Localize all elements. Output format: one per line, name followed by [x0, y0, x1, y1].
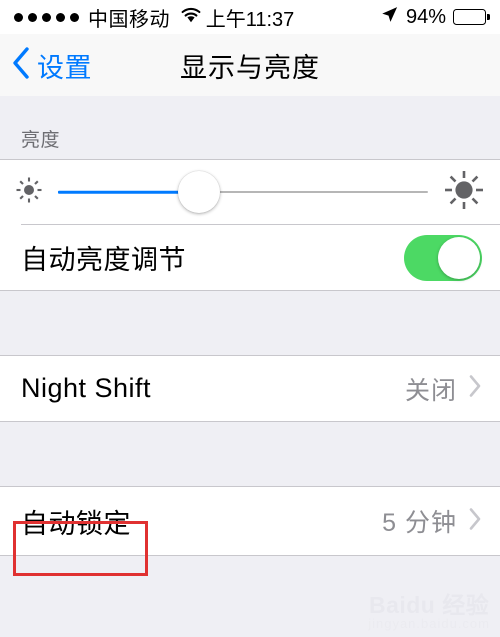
auto-brightness-row[interactable]: 自动亮度调节	[0, 225, 500, 290]
auto-brightness-toggle[interactable]	[404, 234, 482, 281]
carrier-name: 中国移动	[88, 8, 170, 31]
back-button-label: 设置	[37, 52, 92, 83]
slider-thumb[interactable]	[177, 171, 220, 213]
wifi-icon	[179, 6, 203, 29]
brightness-section: 自动亮度调节	[0, 159, 500, 291]
battery-icon	[453, 9, 490, 25]
group-gap	[0, 96, 500, 110]
auto-brightness-control	[404, 234, 482, 281]
night-shift-row[interactable]: Night Shift 关闭	[0, 356, 500, 421]
chevron-right-icon	[468, 374, 482, 403]
watermark-main-text: Baidu 经验	[368, 591, 490, 618]
signal-dot	[14, 12, 23, 22]
group-gap	[0, 291, 500, 355]
sun-large-icon	[442, 168, 486, 217]
brightness-slider-row	[0, 160, 500, 224]
night-shift-value-group: 关闭	[405, 371, 482, 407]
signal-dot	[42, 12, 51, 22]
auto-lock-value: 5 分钟	[382, 509, 457, 537]
brightness-slider[interactable]	[58, 171, 428, 213]
iphone-screen: 中国移动 上午11:37 94% 设置 显示与亮度 亮度 自动亮度调节 Nigh…	[0, 0, 500, 637]
status-bar-right: 94%	[380, 5, 490, 29]
watermark: Baidu 经验 jingyan.baidu.com	[368, 591, 490, 631]
night-shift-value: 关闭	[404, 376, 457, 405]
brightness-section-header: 亮度	[0, 110, 500, 159]
status-bar-clock: 上午11:37	[205, 8, 295, 31]
auto-lock-row[interactable]: 自动锁定 5 分钟	[0, 487, 500, 555]
location-arrow-icon	[380, 5, 399, 29]
navigation-bar: 设置 显示与亮度	[0, 34, 500, 96]
battery-percent-label: 94%	[405, 5, 446, 28]
chevron-left-icon	[11, 46, 31, 85]
signal-dot	[56, 12, 65, 22]
signal-strength-dots	[14, 12, 79, 22]
chevron-right-icon	[468, 507, 482, 536]
signal-dot	[28, 12, 37, 22]
auto-brightness-label: 自动亮度调节	[21, 245, 186, 275]
night-shift-section: Night Shift 关闭	[0, 355, 500, 422]
watermark-sub-text: jingyan.baidu.com	[368, 615, 490, 631]
status-bar-left: 中国移动	[14, 3, 203, 32]
auto-lock-value-group: 5 分钟	[382, 503, 482, 539]
sun-small-icon	[14, 175, 44, 210]
auto-lock-section: 自动锁定 5 分钟	[0, 486, 500, 556]
back-button[interactable]: 设置	[0, 46, 92, 85]
night-shift-label: Night Shift	[21, 373, 152, 403]
toggle-knob	[438, 236, 480, 279]
signal-dot	[70, 12, 79, 22]
status-bar: 中国移动 上午11:37 94%	[0, 0, 500, 34]
auto-lock-label: 自动锁定	[21, 508, 131, 539]
group-gap	[0, 422, 500, 486]
